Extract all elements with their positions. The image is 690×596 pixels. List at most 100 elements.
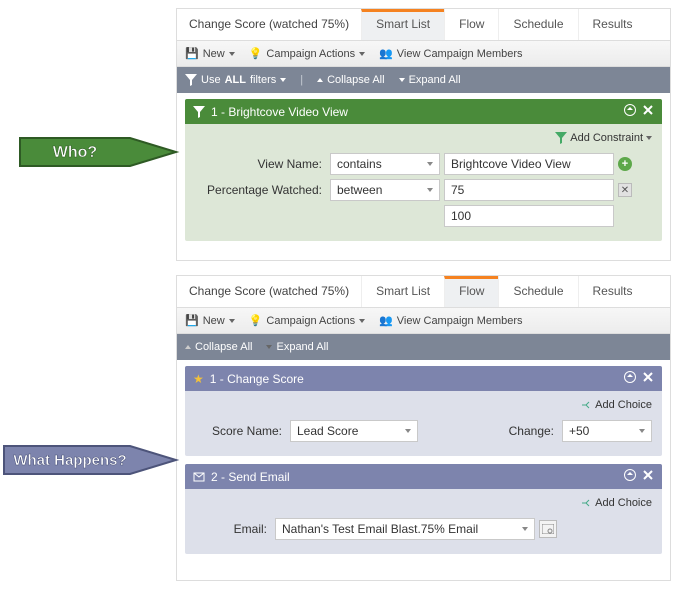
new-menu[interactable]: 💾 New: [185, 47, 235, 60]
add-choice-row: Add Choice: [195, 497, 652, 512]
card-body: Add Choice Email: Nathan's Test Email Bl…: [185, 489, 662, 554]
filter-bar: Collapse All Expand All: [177, 334, 670, 360]
what-label: What Happens?: [13, 452, 126, 469]
campaign-title: Change Score (watched 75%): [177, 276, 361, 307]
flow-panel: Change Score (watched 75%) Smart List Fl…: [176, 275, 671, 581]
smart-list-panel: Change Score (watched 75%) Smart List Fl…: [176, 8, 671, 261]
score-name-select[interactable]: Lead Score: [290, 420, 418, 442]
close-icon[interactable]: [642, 371, 654, 386]
separator: |: [300, 74, 303, 86]
caret-down-icon: [229, 319, 235, 323]
tab-flow[interactable]: Flow: [444, 9, 498, 40]
card-header[interactable]: 1 - Brightcove Video View: [185, 99, 662, 124]
pct-row: Percentage Watched: between 75 ✕: [195, 179, 652, 201]
pct-to-input[interactable]: 100: [444, 205, 614, 227]
caret-down-icon: [280, 78, 286, 82]
caret-up-icon: [185, 345, 191, 349]
disk-icon: 💾: [185, 47, 199, 60]
pct-label: Percentage Watched:: [195, 183, 330, 197]
users-icon: 👥: [379, 47, 393, 60]
card-title: 2 - Send Email: [211, 470, 290, 484]
remove-constraint-icon[interactable]: ✕: [618, 183, 632, 197]
pct-from-input[interactable]: 75: [444, 179, 614, 201]
tab-results[interactable]: Results: [578, 9, 647, 40]
card-header[interactable]: 2 - Send Email: [185, 464, 662, 489]
move-up-icon[interactable]: [624, 371, 636, 386]
new-menu[interactable]: 💾New: [185, 314, 235, 327]
move-up-icon[interactable]: [624, 469, 636, 484]
card-title: 1 - Change Score: [210, 372, 304, 386]
expand-all-button[interactable]: Expand All: [399, 74, 461, 86]
card-header[interactable]: ★ 1 - Change Score: [185, 366, 662, 391]
caret-down-icon: [399, 78, 405, 82]
flow-step-change-score: ★ 1 - Change Score Add Choice Score Name…: [185, 366, 662, 456]
email-row: Email: Nathan's Test Email Blast.75% Ema…: [195, 518, 652, 540]
view-name-label: View Name:: [195, 157, 330, 171]
envelope-icon: [193, 471, 205, 483]
add-choice-button[interactable]: Add Choice: [580, 399, 652, 411]
filter-plus-icon: [555, 132, 567, 144]
view-members-button[interactable]: 👥View Campaign Members: [379, 314, 522, 327]
lightbulb-icon: 💡: [249, 47, 263, 60]
preview-email-icon[interactable]: [539, 520, 557, 538]
tab-smart-list[interactable]: Smart List: [361, 9, 444, 40]
expand-all-button[interactable]: Expand All: [266, 341, 328, 353]
what-arrow: What Happens?: [0, 428, 180, 495]
email-select[interactable]: Nathan's Test Email Blast.75% Email: [275, 518, 535, 540]
add-constraint-button[interactable]: Add Constraint: [555, 132, 652, 144]
tab-flow[interactable]: Flow: [444, 276, 498, 307]
caret-down-icon: [359, 52, 365, 56]
caret-down-icon: [427, 188, 433, 192]
who-label: Who?: [53, 144, 97, 161]
view-name-op-select[interactable]: contains: [330, 153, 440, 175]
change-select[interactable]: +50: [562, 420, 652, 442]
filter-card: 1 - Brightcove Video View Add Constraint…: [185, 99, 662, 241]
tabs-bar: Change Score (watched 75%) Smart List Fl…: [177, 276, 670, 308]
score-row: Score Name: Lead Score Change: +50: [195, 420, 652, 442]
view-members-button[interactable]: 👥 View Campaign Members: [379, 47, 522, 60]
tab-smart-list[interactable]: Smart List: [361, 276, 444, 307]
disk-icon: 💾: [185, 314, 199, 327]
campaign-actions-menu[interactable]: 💡 Campaign Actions: [249, 47, 365, 60]
caret-up-icon: [317, 78, 323, 82]
view-name-value-input[interactable]: Brightcove Video View: [444, 153, 614, 175]
filter-icon: [185, 74, 197, 86]
card-body: Add Choice Score Name: Lead Score Change…: [185, 391, 662, 456]
add-choice-row: Add Choice: [195, 399, 652, 414]
branch-icon: [580, 399, 592, 411]
card-title: 1 - Brightcove Video View: [211, 105, 348, 119]
move-up-icon[interactable]: [624, 104, 636, 119]
tabs-bar: Change Score (watched 75%) Smart List Fl…: [177, 9, 670, 41]
caret-down-icon: [229, 52, 235, 56]
collapse-all-button[interactable]: Collapse All: [185, 341, 252, 353]
lightbulb-icon: 💡: [249, 314, 263, 327]
tab-schedule[interactable]: Schedule: [498, 276, 577, 307]
pct-row-2: 100: [195, 205, 652, 227]
flow-step-send-email: 2 - Send Email Add Choice Email: Nathan'…: [185, 464, 662, 554]
who-arrow: Who?: [0, 120, 180, 187]
card-body: Add Constraint View Name: contains Brigh…: [185, 124, 662, 241]
add-value-icon[interactable]: +: [618, 157, 632, 171]
close-icon[interactable]: [642, 469, 654, 484]
close-icon[interactable]: [642, 104, 654, 119]
users-icon: 👥: [379, 314, 393, 327]
add-constraint-row: Add Constraint: [195, 132, 652, 147]
caret-down-icon: [405, 429, 411, 433]
star-icon: ★: [193, 372, 204, 386]
add-choice-button[interactable]: Add Choice: [580, 497, 652, 509]
campaign-actions-menu[interactable]: 💡Campaign Actions: [249, 314, 365, 327]
toolbar: 💾New 💡Campaign Actions 👥View Campaign Me…: [177, 308, 670, 334]
view-name-row: View Name: contains Brightcove Video Vie…: [195, 153, 652, 175]
caret-down-icon: [359, 319, 365, 323]
score-name-label: Score Name:: [195, 424, 290, 438]
collapse-all-button[interactable]: Collapse All: [317, 74, 384, 86]
caret-down-icon: [427, 162, 433, 166]
tab-schedule[interactable]: Schedule: [498, 9, 577, 40]
tab-results[interactable]: Results: [578, 276, 647, 307]
use-filters-menu[interactable]: Use ALL filters: [185, 74, 286, 86]
pct-op-select[interactable]: between: [330, 179, 440, 201]
filter-icon: [193, 106, 205, 118]
caret-down-icon: [266, 345, 272, 349]
caret-down-icon: [639, 429, 645, 433]
filter-bar: Use ALL filters | Collapse All Expand Al…: [177, 67, 670, 93]
